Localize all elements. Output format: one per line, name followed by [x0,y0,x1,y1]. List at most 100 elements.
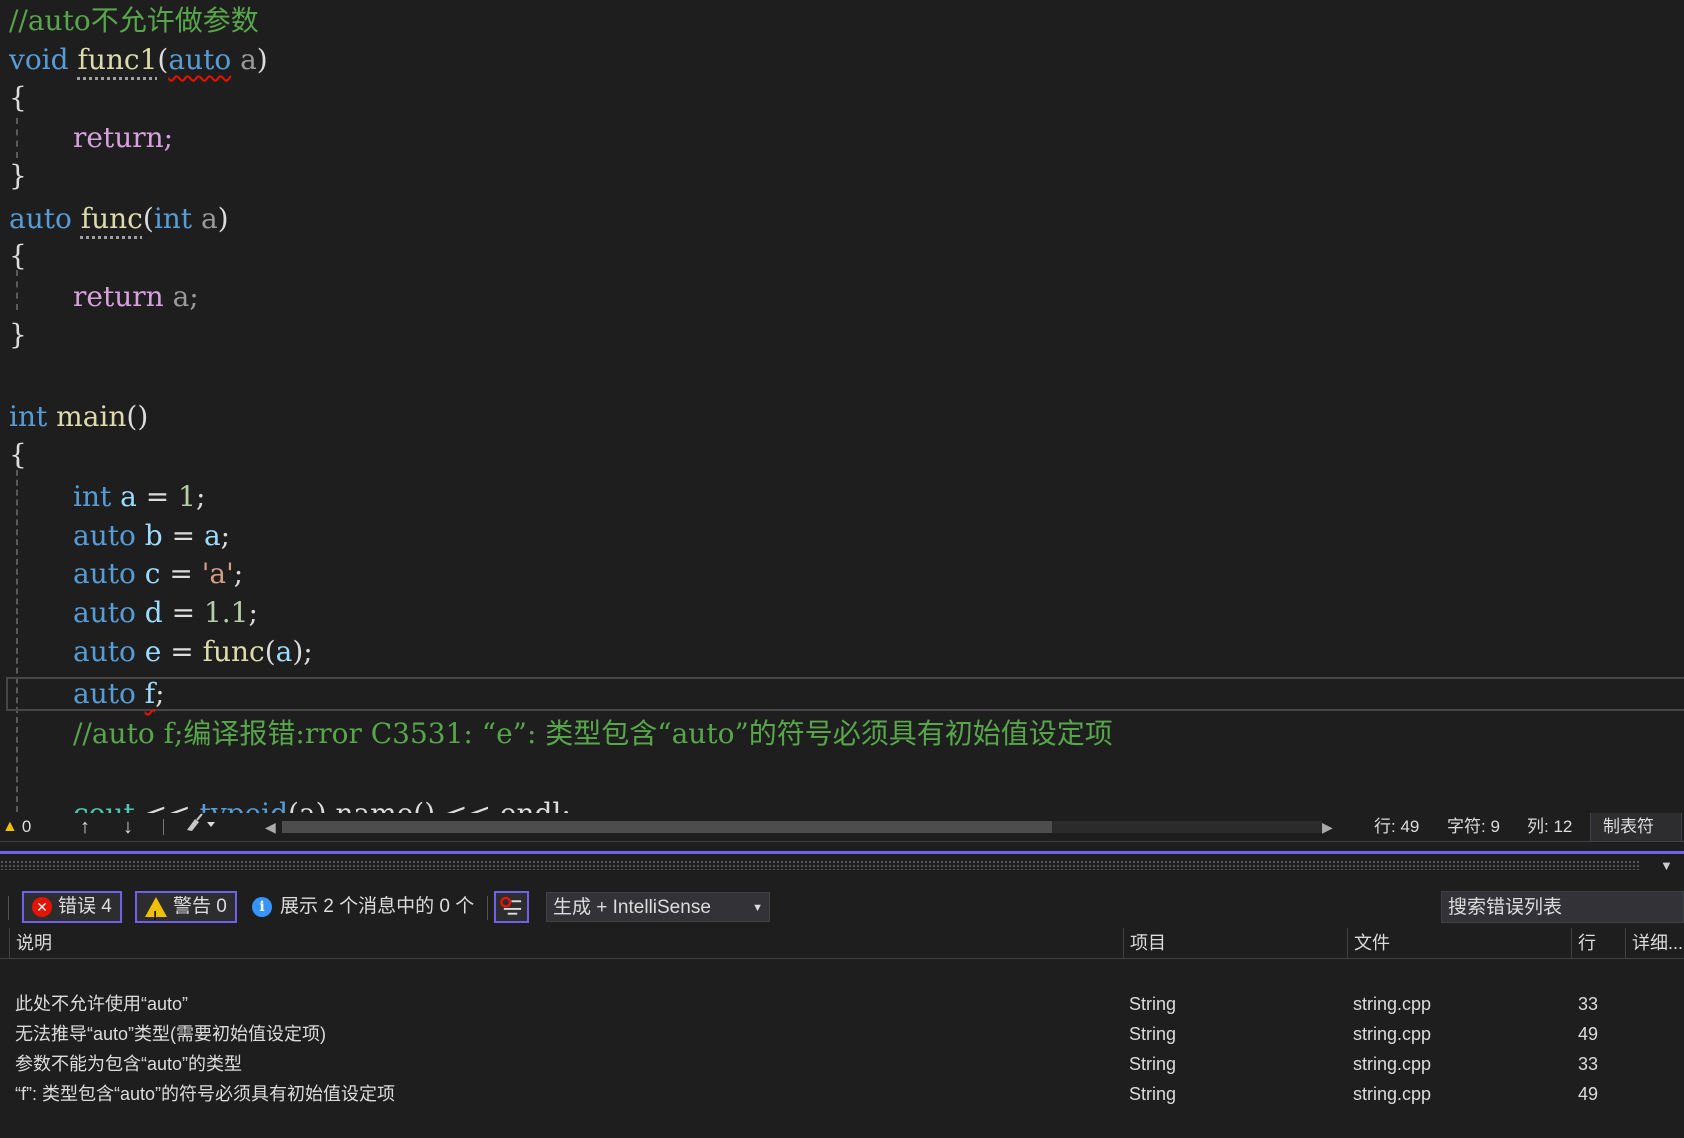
error-description: 参数不能为包含“auto”的类型 [15,1054,243,1074]
error-project: String [1129,994,1177,1014]
next-issue-button[interactable]: ↓ [123,813,133,841]
scroll-right-arrow[interactable]: ▶ [1322,813,1333,841]
error-row[interactable]: “f”: 类型包含“auto”的符号必须具有初始值设定项 String stri… [0,1079,1684,1109]
error-file[interactable]: string.cpp [1353,989,1431,1019]
function-name[interactable]: func1 [77,43,157,76]
info-icon: i [252,897,272,917]
error-row[interactable]: 参数不能为包含“auto”的类型 String string.cpp 33 [0,1049,1684,1079]
error-squiggle-f[interactable]: f [145,677,155,710]
keyword: typeid [200,797,288,813]
error-file[interactable]: string.cpp [1353,1079,1431,1109]
code-line[interactable]: auto func(int a) [9,201,229,237]
punctuation: ; [195,480,206,513]
filter-toggle-button[interactable] [494,891,529,923]
identifier: a; [163,280,199,313]
keyword: auto [73,596,136,629]
keyword: auto [73,677,136,710]
operator: = [162,596,204,629]
previous-issue-button[interactable]: ↑ [80,813,90,841]
error-list-toolbar: ✕ 错误 4 ! 警告 0 i 展示 2 个消息中的 0 个 生成 + Inte… [0,888,1684,928]
code-line[interactable]: //auto不允许做参数 [9,3,259,39]
code-line[interactable]: cout << typeid(a).name() << endl; [73,796,571,813]
keyword: int [73,480,112,513]
code-line[interactable]: { [9,238,27,274]
line-indicator[interactable]: 行: 49 [1374,813,1419,841]
code-line[interactable]: int a = 1; [73,479,205,515]
warning-indicator[interactable]: ▲ 0 [2,813,31,841]
scroll-left-arrow[interactable]: ◀ [265,813,276,841]
warning-icon: ▲ [2,818,18,835]
error-line: 33 [1578,994,1599,1014]
error-file[interactable]: string.cpp [1353,1049,1431,1079]
code-line[interactable]: auto e = func(a); [73,634,313,670]
scrollbar-thumb[interactable] [282,821,1052,833]
warning-count: 0 [21,817,32,836]
code-text: (a).name() << endl; [288,797,571,813]
panel-grip[interactable] [0,860,1640,870]
code-line[interactable]: return; [73,120,173,156]
keyword: int [9,400,48,433]
error-project: String [1129,1084,1177,1104]
keyword: auto [73,557,136,590]
code-line[interactable]: { [9,437,27,473]
code-line[interactable]: } [9,158,27,194]
error-squiggle-auto[interactable]: auto [168,43,231,76]
error-row[interactable]: 此处不允许使用“auto” String string.cpp 33 [0,989,1684,1019]
code-line[interactable]: auto d = 1.1; [73,595,258,631]
char-literal: 'a' [201,557,234,590]
warnings-filter-button[interactable]: ! 警告 0 [135,891,237,923]
build-scope-dropdown[interactable]: 生成 + IntelliSense ▼ [546,892,770,922]
parameter: a [192,202,218,235]
errors-filter-button[interactable]: ✕ 错误 4 [22,891,122,923]
messages-label: 展示 2 个消息中的 0 个 [280,896,475,917]
code-line[interactable]: } [9,317,27,353]
column-header-line[interactable]: 行 [1571,928,1625,958]
keyword: auto [73,635,136,668]
variable: c [135,557,161,590]
column-header-details[interactable]: 详细... [1625,928,1684,958]
keyword: return [73,280,164,313]
punctuation: ( [157,43,169,76]
column-header-file[interactable]: 文件 [1347,928,1571,958]
column-header-description[interactable]: 说明 [9,928,1123,958]
column-indicator[interactable]: 列: 12 [1527,813,1572,841]
tab-mode-indicator[interactable]: 制表符 [1590,813,1682,841]
error-file[interactable]: string.cpp [1353,1019,1431,1049]
code-cleanup-button[interactable] [183,813,217,841]
warnings-label: 警告 0 [173,896,227,917]
column-header-project[interactable]: 项目 [1123,928,1347,958]
code-line[interactable]: auto c = 'a'; [73,556,243,592]
code-line[interactable]: //auto f;编译报错:rror C3531: “e”: 类型包含“auto… [73,716,1113,752]
code-line[interactable]: return a; [73,279,199,315]
variable: e [135,635,162,668]
messages-filter-button[interactable]: i 展示 2 个消息中的 0 个 [252,891,474,923]
error-line: 49 [1578,1084,1599,1104]
punctuation: ; [248,596,258,629]
code-line[interactable]: auto f; [73,676,165,712]
keyword: void [9,43,69,76]
panel-splitter[interactable] [0,851,1684,854]
error-list-header: 说明 项目 文件 行 详细... [0,928,1684,959]
error-row[interactable]: 无法推导“auto”类型(需要初始值设定项) String string.cpp… [0,1019,1684,1049]
horizontal-scrollbar[interactable] [282,821,1322,833]
function-name[interactable]: func [203,635,265,668]
indent-guide [16,460,18,812]
error-list-search-input[interactable]: 搜索错误列表 [1441,891,1684,923]
code-line[interactable]: auto b = a; [73,518,230,554]
current-line-highlight [6,677,1684,711]
function-name[interactable]: func [81,202,143,235]
code-line[interactable]: int main() [9,399,148,435]
variable: a [111,480,137,513]
code-line[interactable]: { [9,80,27,116]
error-description: 无法推导“auto”类型(需要初始值设定项) [15,1024,327,1044]
code-line[interactable]: void func1(auto a) [9,42,268,78]
function-name[interactable]: main [56,400,126,433]
variable: b [135,519,163,552]
identifier: cout [73,797,135,813]
code-editor[interactable]: //auto不允许做参数 void func1(auto a) { return… [0,0,1684,813]
keyword: int [153,202,193,235]
scope-value: 生成 + IntelliSense [553,897,711,918]
panel-menu-dropdown[interactable]: ▼ [1660,858,1673,873]
char-indicator[interactable]: 字符: 9 [1447,813,1500,841]
